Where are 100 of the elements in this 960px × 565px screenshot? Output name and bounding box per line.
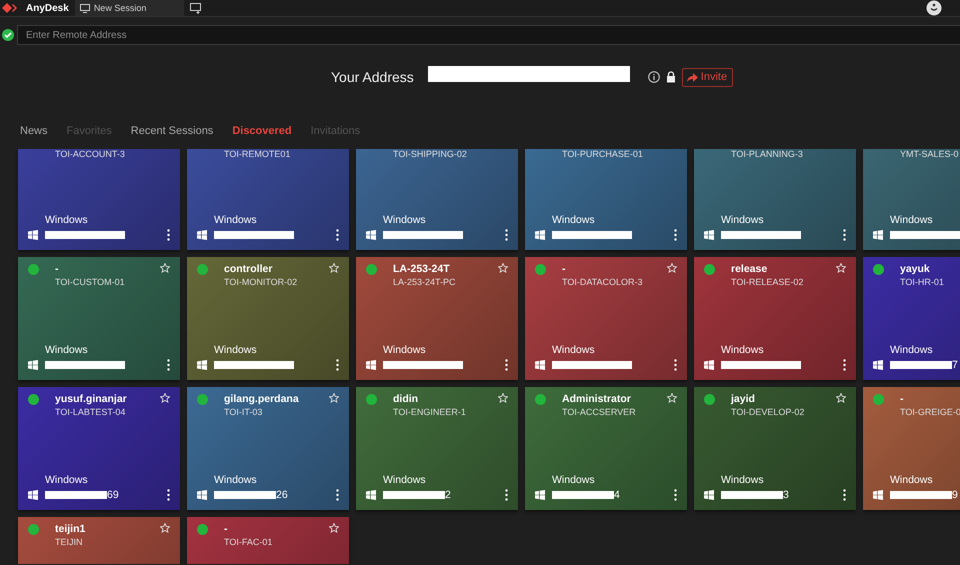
invite-button[interactable]: Invite bbox=[682, 68, 734, 86]
device-alias: - bbox=[900, 393, 904, 405]
redaction-bar bbox=[383, 491, 445, 499]
os-label: Windows bbox=[720, 474, 765, 486]
device-hostname: TOI-IT-03 bbox=[224, 407, 264, 417]
os-label: Windows bbox=[889, 474, 934, 486]
device-hostname: TOI-PLANNING-3 bbox=[731, 149, 804, 159]
device-alias: release bbox=[731, 263, 768, 275]
device-card[interactable]: didin TOI-ENGINEER-1 Windows 2 bbox=[356, 387, 518, 510]
star-icon[interactable] bbox=[329, 263, 339, 273]
more-options-icon[interactable] bbox=[167, 229, 170, 241]
address-label: Your Address bbox=[331, 69, 414, 85]
os-label: Windows bbox=[720, 214, 765, 226]
device-card[interactable]: TOI-ACCOUNT-3 Windows bbox=[18, 149, 180, 250]
device-card[interactable]: - TOI-FAC-01 bbox=[187, 517, 349, 564]
anydesk-logo-icon bbox=[2, 2, 20, 14]
device-id-digits: 3 bbox=[783, 489, 789, 501]
app-name: AnyDesk bbox=[26, 2, 69, 14]
monitor-icon bbox=[80, 4, 90, 12]
star-icon[interactable] bbox=[836, 263, 846, 273]
more-options-icon[interactable] bbox=[843, 229, 846, 241]
more-options-icon[interactable] bbox=[674, 489, 677, 501]
star-icon[interactable] bbox=[667, 393, 677, 403]
star-icon[interactable] bbox=[329, 393, 339, 403]
device-alias: Administrator bbox=[562, 393, 632, 405]
device-card[interactable]: - TOI-CUSTOM-01 Windows bbox=[18, 257, 180, 380]
more-options-icon[interactable] bbox=[674, 229, 677, 241]
star-icon[interactable] bbox=[667, 263, 677, 273]
windows-logo-icon bbox=[873, 490, 883, 500]
os-label: Windows bbox=[551, 344, 596, 356]
os-label: Windows bbox=[889, 214, 934, 226]
device-card[interactable]: TOI-PURCHASE-01 Windows bbox=[525, 149, 687, 250]
more-options-icon[interactable] bbox=[843, 359, 846, 371]
device-hostname: TOI-LABTEST-04 bbox=[55, 407, 126, 417]
more-options-icon[interactable] bbox=[505, 229, 508, 241]
os-label: Windows bbox=[720, 344, 765, 356]
device-card[interactable]: teijin1 TEIJIN bbox=[18, 517, 180, 564]
device-hostname: LA-253-24T-PC bbox=[393, 277, 457, 287]
redaction-bar bbox=[890, 491, 952, 499]
device-hostname: TOI-ACCOUNT-3 bbox=[55, 149, 126, 159]
tab[interactable]: Discovered bbox=[232, 125, 292, 147]
redaction-bar bbox=[45, 491, 107, 499]
device-id-digits: 2 bbox=[445, 489, 451, 501]
more-options-icon[interactable] bbox=[167, 489, 170, 501]
menu-icon[interactable] bbox=[926, 0, 942, 16]
device-card[interactable]: - TOI-DATACOLOR-3 Windows bbox=[525, 257, 687, 380]
redaction-bar bbox=[552, 491, 614, 499]
tab[interactable]: Recent Sessions bbox=[130, 125, 214, 147]
device-hostname: TOI-FAC-01 bbox=[224, 537, 274, 547]
device-card[interactable]: controller TOI-MONITOR-02 Windows bbox=[187, 257, 349, 380]
more-options-icon[interactable] bbox=[505, 489, 508, 501]
star-icon[interactable] bbox=[836, 393, 846, 403]
windows-logo-icon bbox=[704, 490, 714, 500]
session-tab[interactable]: New Session bbox=[74, 0, 184, 16]
more-options-icon[interactable] bbox=[843, 489, 846, 501]
device-card[interactable]: gilang.perdana TOI-IT-03 Windows 26 bbox=[187, 387, 349, 510]
device-alias: gilang.perdana bbox=[224, 393, 300, 405]
windows-logo-icon bbox=[28, 490, 38, 500]
os-label: Windows bbox=[44, 214, 89, 226]
more-options-icon[interactable] bbox=[674, 359, 677, 371]
device-id-digits: 26 bbox=[276, 489, 288, 501]
new-tab-icon[interactable] bbox=[190, 2, 202, 14]
windows-logo-icon bbox=[197, 360, 207, 370]
star-icon[interactable] bbox=[329, 523, 339, 533]
device-hostname: TOI-DATACOLOR-3 bbox=[562, 277, 644, 287]
device-alias: - bbox=[55, 263, 60, 275]
device-card[interactable]: yusuf.ginanjar TOI-LABTEST-04 Windows 69 bbox=[18, 387, 180, 510]
star-icon[interactable] bbox=[498, 393, 508, 403]
tab[interactable]: News bbox=[20, 125, 48, 147]
device-card[interactable]: release TOI-RELEASE-02 Windows bbox=[694, 257, 856, 380]
device-card[interactable]: Administrator TOI-ACCSERVER Windows 4 bbox=[525, 387, 687, 510]
device-alias: teijin1 bbox=[55, 523, 86, 535]
star-icon[interactable] bbox=[160, 523, 170, 533]
os-label: Windows bbox=[382, 474, 427, 486]
more-options-icon[interactable] bbox=[167, 359, 170, 371]
more-options-icon[interactable] bbox=[505, 359, 508, 371]
star-icon[interactable] bbox=[160, 263, 170, 273]
os-label: Windows bbox=[213, 344, 258, 356]
more-options-icon[interactable] bbox=[336, 359, 339, 371]
device-card[interactable]: TOI-SHIPPING-02 Windows bbox=[356, 149, 518, 250]
redaction-bar bbox=[890, 231, 960, 239]
more-options-icon[interactable] bbox=[336, 489, 339, 501]
device-card[interactable]: LA-253-24T LA-253-24T-PC Windows bbox=[356, 257, 518, 380]
device-alias: jayid bbox=[731, 393, 756, 405]
os-label: Windows bbox=[551, 214, 596, 226]
device-card[interactable]: jayid TOI-DEVELOP-02 Windows 3 bbox=[694, 387, 856, 510]
more-options-icon[interactable] bbox=[336, 229, 339, 241]
device-alias: LA-253-24T bbox=[393, 263, 451, 275]
device-id-digits: 9 bbox=[952, 489, 958, 501]
device-hostname: TEIJIN bbox=[55, 537, 84, 547]
os-label: Windows bbox=[44, 474, 89, 486]
device-card[interactable]: yayuk TOI-HR-01 Windows 7 bbox=[863, 257, 960, 380]
info-icon[interactable] bbox=[648, 71, 660, 83]
device-alias: yusuf.ginanjar bbox=[55, 393, 128, 405]
windows-logo-icon bbox=[366, 230, 376, 240]
redaction-bar bbox=[721, 491, 783, 499]
os-label: Windows bbox=[44, 344, 89, 356]
remote-address-field[interactable]: Enter Remote Address bbox=[17, 25, 960, 45]
star-icon[interactable] bbox=[160, 393, 170, 403]
star-icon[interactable] bbox=[498, 263, 508, 273]
